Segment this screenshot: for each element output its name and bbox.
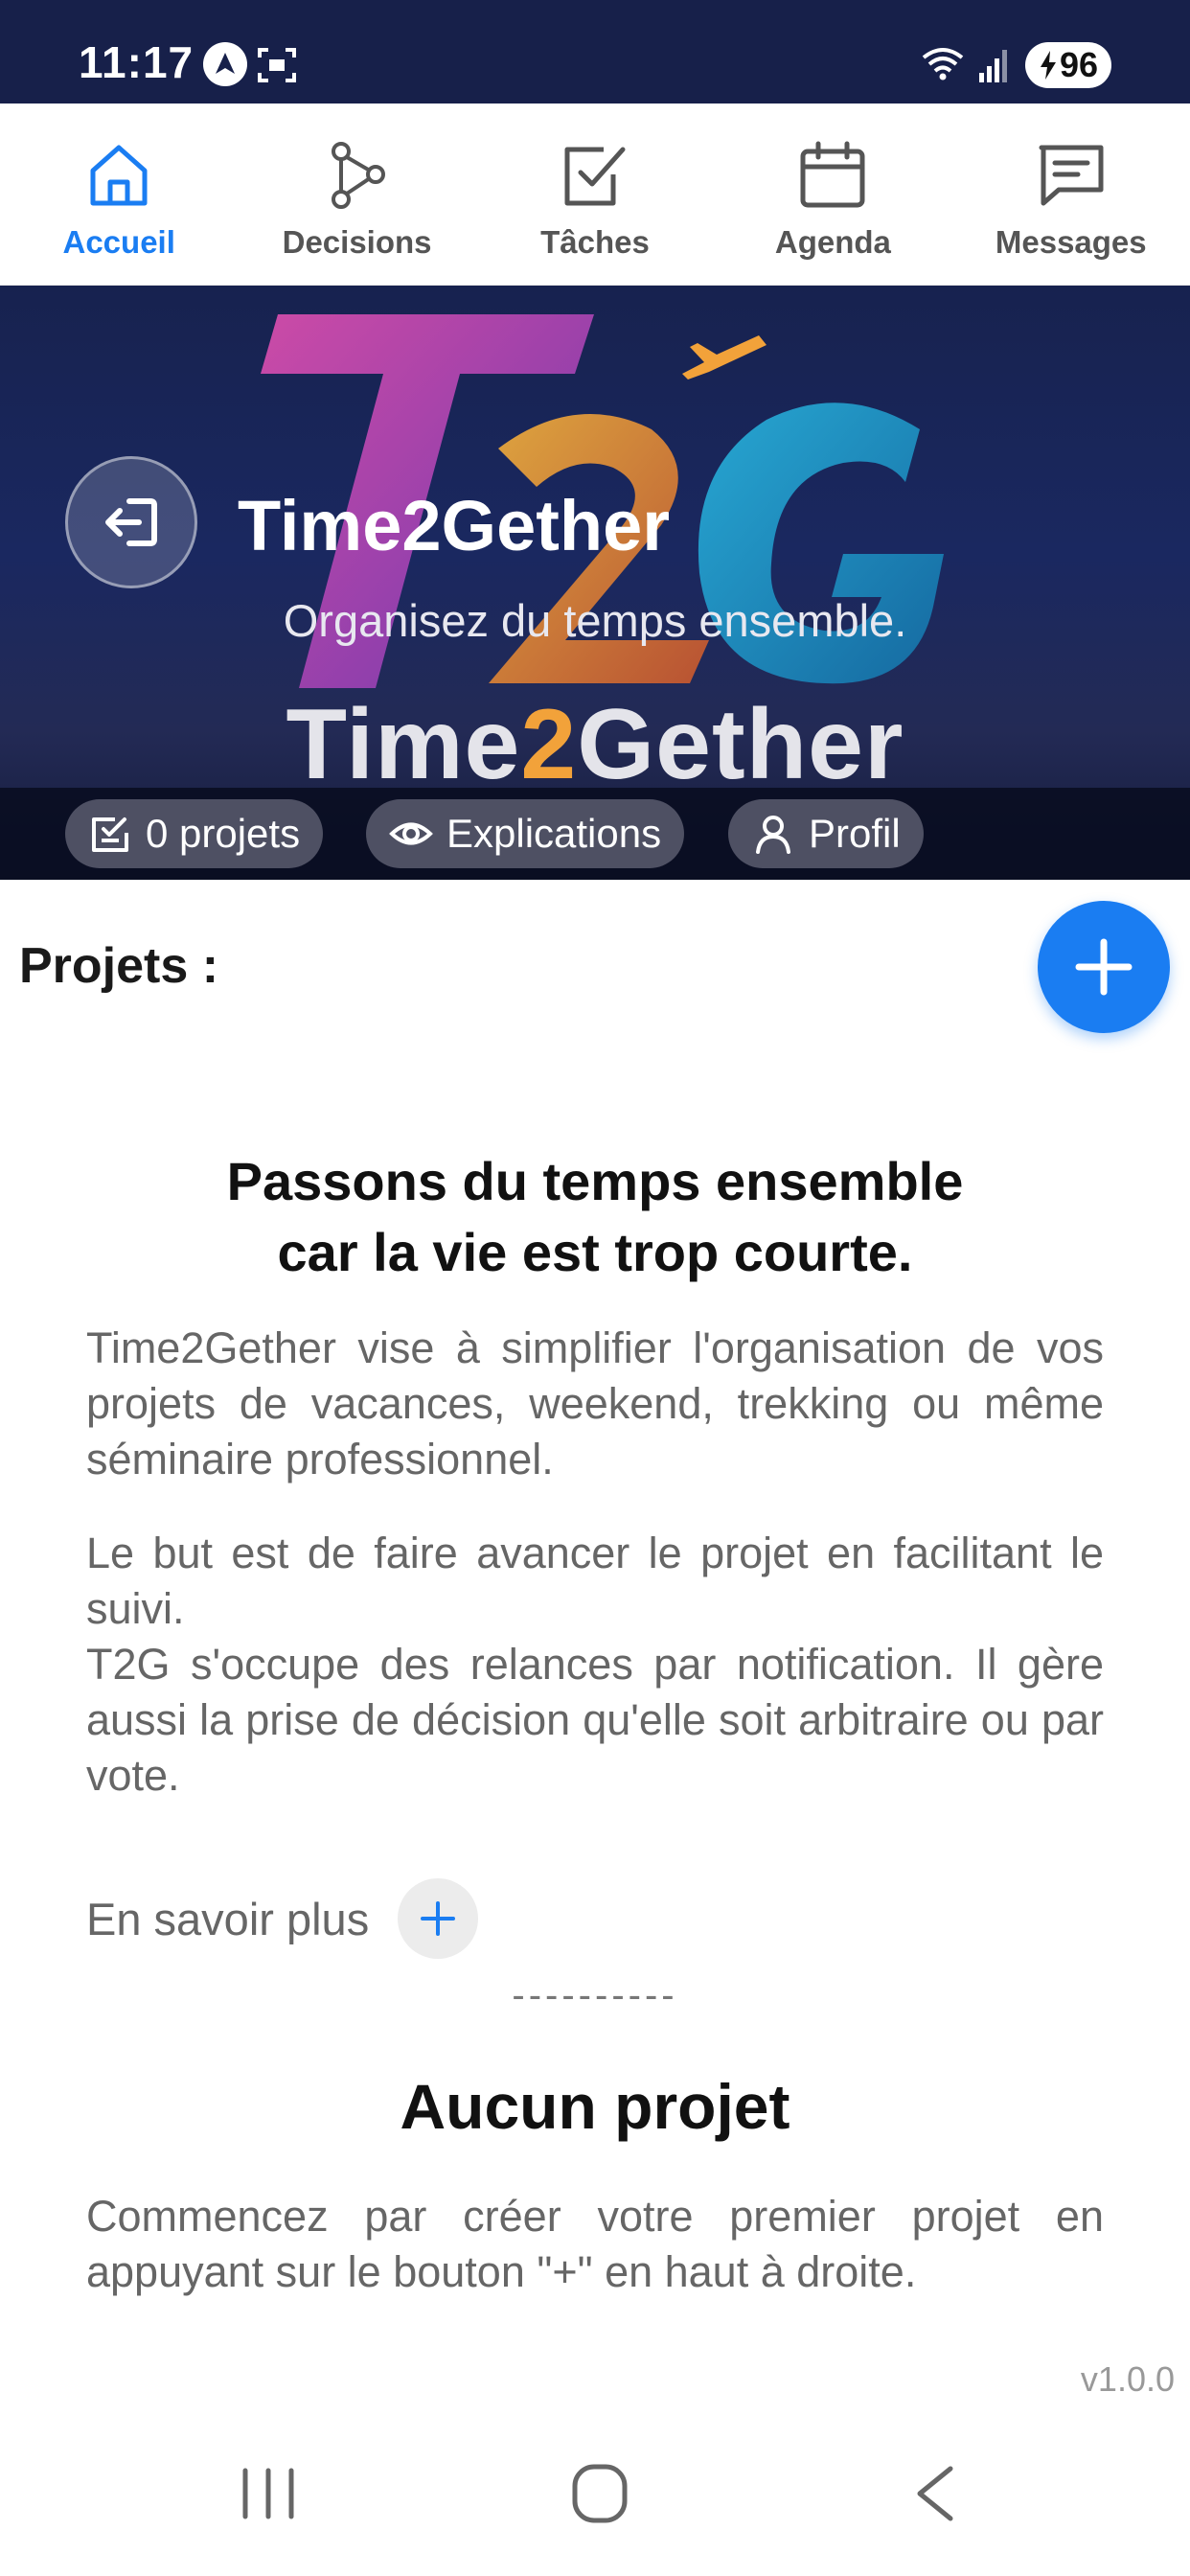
screenshot-icon [258, 48, 296, 82]
logout-icon [105, 498, 157, 546]
nav-label-messages: Messages [995, 224, 1147, 260]
decisions-icon [331, 142, 385, 209]
nav-item-agenda[interactable]: Agenda [714, 104, 951, 285]
intro-headline: Passons du temps ensemble car la vie est… [0, 1146, 1190, 1288]
status-time: 11:17 [79, 37, 195, 87]
profile-chip[interactable]: Profil [728, 799, 924, 868]
brand-time: Time [286, 689, 521, 800]
nav-label-accueil: Accueil [62, 224, 175, 260]
app-subtitle: Organisez du temps ensemble. [283, 595, 907, 646]
system-navigation-bar [0, 2415, 1190, 2576]
explanations-label: Explications [446, 811, 662, 856]
intro-headline-line2: car la vie est trop courte. [277, 1222, 913, 1282]
empty-state-text: Commencez par créer votre premier projet… [86, 2192, 1104, 2296]
back-icon[interactable] [912, 2465, 958, 2522]
intro-paragraph-1: Time2Gether vise à simplifier l'organisa… [86, 1323, 1104, 1484]
projects-count-chip[interactable]: 0 projets [65, 799, 324, 868]
nav-item-messages[interactable]: Messages [952, 104, 1190, 285]
app-title: Time2Gether [238, 486, 671, 565]
battery-level: 96 [1059, 45, 1099, 84]
intro-headline-line1: Passons du temps ensemble [226, 1151, 964, 1211]
nav-item-decisions[interactable]: Decisions [238, 104, 475, 285]
plus-icon [421, 1901, 456, 1936]
learn-more-row: En savoir plus [86, 1878, 479, 1959]
nav-item-taches[interactable]: Tâches [476, 104, 714, 285]
checkbox-tray-icon [92, 817, 128, 852]
nav-label-decisions: Decisions [282, 224, 432, 260]
logout-button[interactable] [65, 456, 197, 588]
intro-paragraph-2-line1: Le but est de faire avancer le projet en… [86, 1529, 1104, 1633]
home-icon [90, 145, 148, 206]
nav-label-taches: Tâches [540, 224, 650, 260]
plus-icon [1075, 938, 1133, 996]
nav-item-accueil[interactable]: Accueil [0, 104, 238, 285]
add-project-button[interactable] [1038, 901, 1170, 1033]
eye-icon [389, 822, 433, 845]
navigation-app-icon [203, 42, 247, 86]
home-button-icon[interactable] [571, 2463, 629, 2524]
charging-icon [1040, 51, 1056, 80]
explanations-chip[interactable]: Explications [366, 799, 685, 868]
nav-label-agenda: Agenda [774, 224, 891, 260]
signal-icon [979, 50, 1007, 82]
brand-wordmark: Time2Gether [0, 688, 1190, 802]
top-navigation: Accueil Decisions Tâches Agenda Messages [0, 104, 1190, 286]
tasks-icon [564, 147, 626, 206]
brand-two: 2 [520, 689, 578, 800]
recent-apps-icon[interactable] [240, 2467, 297, 2520]
messages-icon [1039, 145, 1104, 206]
battery-indicator: 96 [1025, 42, 1111, 88]
learn-more-button[interactable] [398, 1878, 479, 1959]
brand-gether: Gether [577, 689, 904, 800]
projects-count-label: 0 projets [146, 811, 301, 856]
status-bar: 11:17 96 [0, 0, 1190, 104]
app-version: v1.0.0 [1080, 2359, 1175, 2399]
profile-label: Profil [809, 811, 901, 856]
intro-paragraph-2-line2: T2G s'occupe des relances par notificati… [86, 1640, 1104, 1800]
projects-heading: Projets : [19, 938, 219, 994]
calendar-icon [800, 141, 865, 208]
user-icon [756, 816, 790, 854]
empty-state-title: Aucun projet [400, 2071, 790, 2142]
learn-more-label: En savoir plus [86, 1893, 370, 1944]
section-divider: ---------- [512, 1974, 678, 2016]
wifi-icon [922, 48, 964, 80]
intro-paragraph-2: Le but est de faire avancer le projet en… [86, 1526, 1104, 1804]
hero-banner: Time2Gether Organisez du temps ensemble.… [0, 286, 1190, 880]
